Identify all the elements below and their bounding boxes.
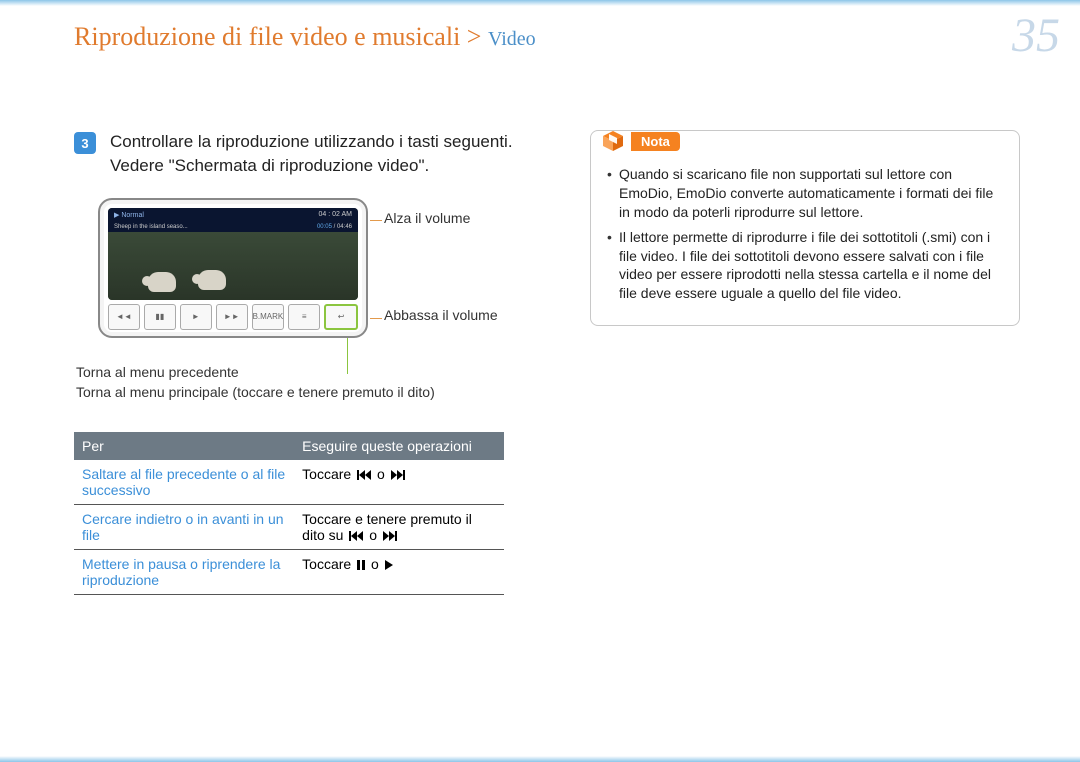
play-icon [385, 560, 393, 570]
table-op: Toccare e tenere premuto il dito su o [294, 504, 504, 549]
op-text: o [367, 556, 383, 572]
note-item: Il lettore permette di riprodurre i file… [605, 228, 1005, 304]
table-row: Mettere in pausa o riprendere la riprodu… [74, 549, 504, 594]
table-header-op: Eseguire queste operazioni [294, 432, 504, 460]
device-screen: ▶ Normal 04 : 02 AM Sheep in the island … [108, 208, 358, 300]
table-action: Mettere in pausa o riprendere la riprodu… [74, 549, 294, 594]
note-box: Nota Quando si scaricano file non suppor… [590, 130, 1020, 326]
skip-next-icon [383, 531, 397, 541]
step-number-badge: 3 [74, 132, 96, 154]
ctrl-prev: ◄◄ [108, 304, 140, 330]
bottom-gradient [0, 756, 1080, 762]
note-label: Nota [631, 132, 680, 151]
status-left: ▶ Normal [114, 211, 144, 219]
breadcrumb-main: Riproduzione di file video e musicali > [74, 22, 481, 51]
table-header-row: Per Eseguire queste operazioni [74, 432, 504, 460]
callout-line [370, 318, 382, 319]
device-illustration: ▶ Normal 04 : 02 AM Sheep in the island … [74, 198, 534, 398]
top-gradient [0, 0, 1080, 6]
op-text: o [365, 527, 381, 543]
step-row: 3 Controllare la riproduzione utilizzand… [74, 130, 534, 178]
ctrl-bmark: B.MARK [252, 304, 285, 330]
table-row: Cercare indietro o in avanti in un file … [74, 504, 504, 549]
step-text: Controllare la riproduzione utilizzando … [110, 130, 534, 178]
ctrl-play: ► [180, 304, 212, 330]
time-total: / 04:46 [334, 224, 352, 230]
table-op: Toccare o [294, 460, 504, 505]
table-op: Toccare o [294, 549, 504, 594]
device-controls: ◄◄ ▮▮ ► ►► B.MARK ≡ ↩ [108, 304, 358, 330]
table-action: Cercare indietro o in avanti in un file [74, 504, 294, 549]
op-text: o [373, 466, 389, 482]
ctrl-next: ►► [216, 304, 248, 330]
time-current: 00:05 [317, 224, 332, 230]
callout-line [347, 338, 348, 374]
ctrl-back: ↩ [324, 304, 358, 330]
pause-icon [357, 560, 365, 570]
table-header-action: Per [74, 432, 294, 460]
screen-status-bar: ▶ Normal 04 : 02 AM [108, 208, 358, 222]
video-thumbnail [108, 232, 358, 300]
skip-prev-icon [349, 531, 363, 541]
breadcrumb: Riproduzione di file video e musicali > … [74, 22, 536, 52]
status-right: 04 : 02 AM [319, 211, 352, 218]
right-column: Nota Quando si scaricano file non suppor… [590, 130, 1020, 326]
callout-back-main: Torna al menu principale (toccare e tene… [76, 384, 435, 400]
ctrl-pause: ▮▮ [144, 304, 176, 330]
sheep-icon [198, 270, 226, 290]
op-text: Toccare [302, 466, 355, 482]
device-frame: ▶ Normal 04 : 02 AM Sheep in the island … [98, 198, 368, 338]
callout-line [370, 220, 382, 221]
page-number: 35 [1012, 8, 1060, 63]
skip-next-icon [391, 470, 405, 480]
note-header: Nota [601, 129, 680, 153]
note-item: Quando si scaricano file non supportati … [605, 165, 1005, 222]
note-cube-icon [601, 129, 625, 153]
ctrl-menu: ≡ [288, 304, 320, 330]
sheep-icon [148, 272, 176, 292]
callout-volume-up: Alza il volume [384, 210, 470, 226]
breadcrumb-sub: Video [488, 28, 536, 50]
screen-title: Sheep in the island seaso... [114, 224, 188, 230]
operations-table: Per Eseguire queste operazioni Saltare a… [74, 432, 504, 595]
callout-volume-down: Abbassa il volume [384, 306, 498, 324]
screen-title-bar: Sheep in the island seaso... 00:05 / 04:… [108, 222, 358, 232]
note-list: Quando si scaricano file non supportati … [605, 165, 1005, 303]
callout-back-prev: Torna al menu precedente [76, 364, 239, 380]
table-action: Saltare al file precedente o al file suc… [74, 460, 294, 505]
skip-prev-icon [357, 470, 371, 480]
op-text: Toccare [302, 556, 355, 572]
left-column: 3 Controllare la riproduzione utilizzand… [74, 130, 534, 595]
table-row: Saltare al file precedente o al file suc… [74, 460, 504, 505]
